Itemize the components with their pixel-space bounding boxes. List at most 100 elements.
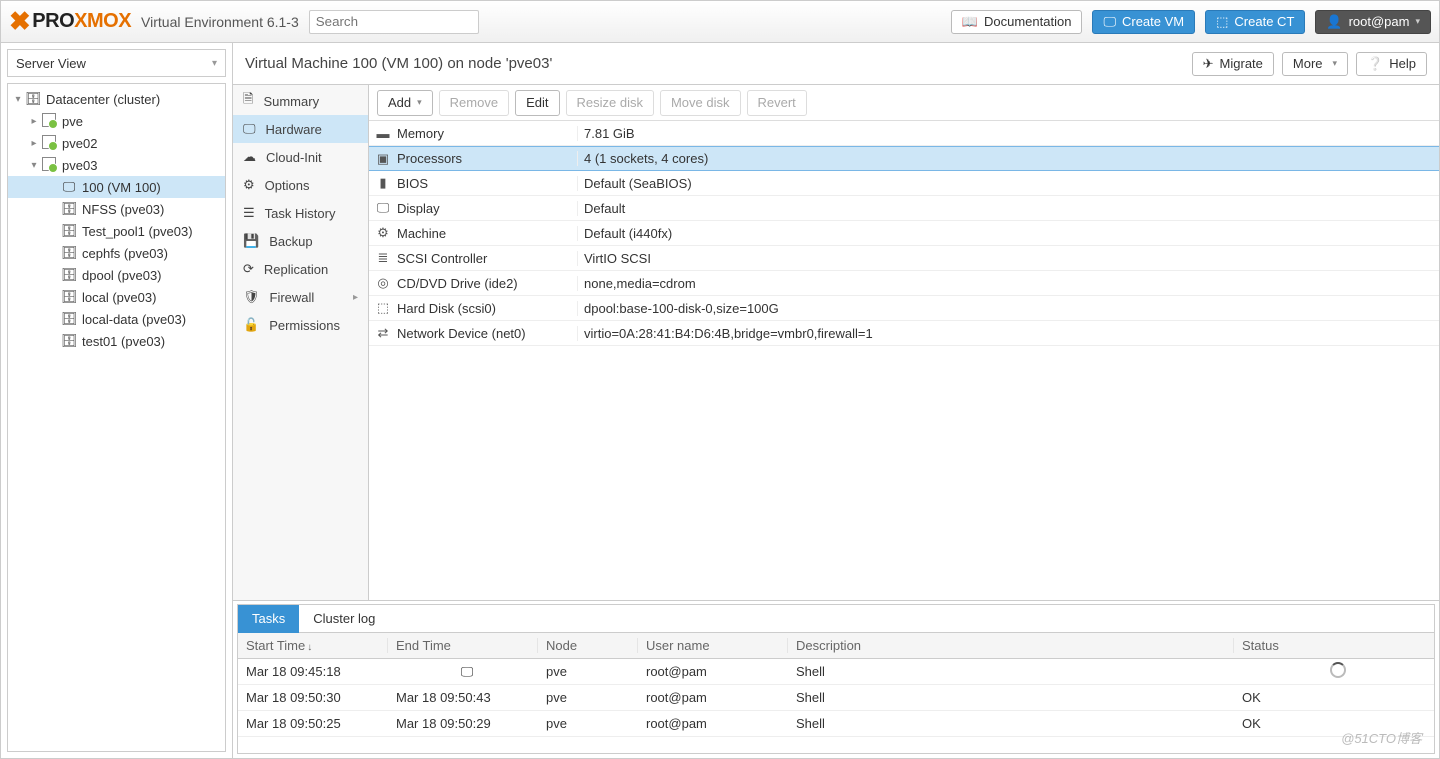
tree-vm-100[interactable]: 🖵 100 (VM 100) — [8, 176, 225, 198]
hardware-panel: Add▾ Remove Edit Resize disk Move disk R… — [369, 85, 1439, 600]
task-log-panel: Tasks Cluster log Start Time↓ End Time N… — [237, 604, 1435, 754]
hw-value: Default (SeaBIOS) — [577, 176, 1439, 191]
sidemenu-replication[interactable]: ⟳Replication — [233, 255, 368, 283]
col-node[interactable]: Node — [538, 638, 638, 653]
storage-icon: 🗄 — [60, 333, 78, 349]
hw-value: 7.81 GiB — [577, 126, 1439, 141]
tab-clusterlog[interactable]: Cluster log — [299, 605, 389, 633]
sidemenu-hardware[interactable]: 🖵Hardware — [233, 115, 368, 143]
collapse-icon[interactable]: ▾ — [28, 160, 40, 171]
hw-key: Hard Disk (scsi0) — [397, 301, 577, 316]
hw-key: SCSI Controller — [397, 251, 577, 266]
tab-tasks[interactable]: Tasks — [238, 605, 299, 633]
hw-icon: ≣ — [369, 250, 397, 266]
top-bar: ✖ PROXMOX Virtual Environment 6.1-3 📖 Do… — [1, 1, 1439, 43]
hardware-row[interactable]: ◎CD/DVD Drive (ide2)none,media=cdrom — [369, 271, 1439, 296]
create-vm-button[interactable]: 🖵 Create VM — [1092, 10, 1195, 34]
view-selector[interactable]: Server View ▾ — [7, 49, 226, 77]
hw-key: Machine — [397, 226, 577, 241]
user-menu-button[interactable]: 👤 root@pam ▾ — [1315, 10, 1431, 34]
col-user[interactable]: User name — [638, 638, 788, 653]
edit-button[interactable]: Edit — [515, 90, 559, 116]
sidemenu-cloudinit[interactable]: ☁Cloud-Init — [233, 143, 368, 171]
sidemenu-options[interactable]: ⚙Options — [233, 171, 368, 199]
hardware-row[interactable]: 🖵DisplayDefault — [369, 196, 1439, 221]
hardware-row[interactable]: ▮BIOSDefault (SeaBIOS) — [369, 171, 1439, 196]
sidemenu-backup[interactable]: 💾Backup — [233, 227, 368, 255]
cloud-icon: ☁ — [243, 149, 256, 165]
log-row[interactable]: Mar 18 09:45:18🖵pveroot@pamShell — [238, 659, 1434, 685]
sort-down-icon: ↓ — [307, 642, 312, 653]
sidemenu-permissions[interactable]: 🔓Permissions — [233, 311, 368, 339]
tree-storage[interactable]: 🗄cephfs (pve03) — [8, 242, 225, 264]
documentation-button[interactable]: 📖 Documentation — [951, 10, 1083, 34]
vm-icon: 🖵 — [60, 179, 78, 195]
hardware-row[interactable]: ⚙MachineDefault (i440fx) — [369, 221, 1439, 246]
tree-storage[interactable]: 🗄dpool (pve03) — [8, 264, 225, 286]
log-row[interactable]: Mar 18 09:50:25Mar 18 09:50:29pveroot@pa… — [238, 711, 1434, 737]
tree-node-pve02[interactable]: ▸ pve02 — [8, 132, 225, 154]
log-row[interactable]: Mar 18 09:50:30Mar 18 09:50:43pveroot@pa… — [238, 685, 1434, 711]
vm-title: Virtual Machine 100 (VM 100) on node 'pv… — [245, 55, 552, 72]
hw-value: Default (i440fx) — [577, 226, 1439, 241]
resize-disk-button[interactable]: Resize disk — [566, 90, 654, 116]
tree-storage[interactable]: 🗄local (pve03) — [8, 286, 225, 308]
node-icon — [42, 135, 56, 149]
chevron-right-icon: ▸ — [353, 292, 358, 303]
node-icon — [42, 157, 56, 171]
resource-tree[interactable]: ▾ 🗄 Datacenter (cluster) ▸ pve ▸ pve02 ▾ — [7, 83, 226, 752]
tree-node-pve[interactable]: ▸ pve — [8, 110, 225, 132]
tree-storage[interactable]: 🗄local-data (pve03) — [8, 308, 225, 330]
hardware-row[interactable]: ≣SCSI ControllerVirtIO SCSI — [369, 246, 1439, 271]
shield-icon: 🛡 — [243, 289, 260, 305]
col-end-time[interactable]: End Time — [388, 638, 538, 653]
remove-button[interactable]: Remove — [439, 90, 509, 116]
help-button[interactable]: ❔Help — [1356, 52, 1427, 76]
sidemenu-taskhistory[interactable]: ☰Task History — [233, 199, 368, 227]
tree-storage[interactable]: 🗄NFSS (pve03) — [8, 198, 225, 220]
side-menu: 🗎Summary 🖵Hardware ☁Cloud-Init ⚙Options … — [233, 85, 369, 600]
version-label: Virtual Environment 6.1-3 — [141, 14, 299, 30]
col-description[interactable]: Description — [788, 638, 1234, 653]
storage-icon: 🗄 — [60, 223, 78, 239]
expand-icon[interactable]: ▸ — [28, 138, 40, 149]
hardware-row[interactable]: ▬Memory7.81 GiB — [369, 121, 1439, 146]
log-header: Start Time↓ End Time Node User name Desc… — [238, 633, 1434, 659]
add-button[interactable]: Add▾ — [377, 90, 433, 116]
hw-key: Memory — [397, 126, 577, 141]
hardware-row[interactable]: ▣Processors4 (1 sockets, 4 cores) — [369, 146, 1439, 171]
tree-storage[interactable]: 🗄Test_pool1 (pve03) — [8, 220, 225, 242]
hardware-row[interactable]: ⬚Hard Disk (scsi0)dpool:base-100-disk-0,… — [369, 296, 1439, 321]
create-ct-button[interactable]: ⬚ Create CT — [1205, 10, 1305, 34]
chevron-down-icon: ▾ — [417, 97, 422, 108]
sidemenu-firewall[interactable]: 🛡Firewall▸ — [233, 283, 368, 311]
chevron-down-icon: ▾ — [1415, 16, 1420, 27]
watermark: @51CTO博客 — [1341, 728, 1422, 747]
hw-value: dpool:base-100-disk-0,size=100G — [577, 301, 1439, 316]
move-disk-button[interactable]: Move disk — [660, 90, 741, 116]
hw-key: Display — [397, 201, 577, 216]
storage-icon: 🗄 — [60, 245, 78, 261]
hw-key: Network Device (net0) — [397, 326, 577, 341]
more-button[interactable]: More▾ — [1282, 52, 1348, 76]
hardware-toolbar: Add▾ Remove Edit Resize disk Move disk R… — [369, 85, 1439, 121]
storage-icon: 🗄 — [60, 201, 78, 217]
col-start-time[interactable]: Start Time↓ — [238, 638, 388, 653]
hw-value: none,media=cdrom — [577, 276, 1439, 291]
revert-button[interactable]: Revert — [747, 90, 807, 116]
col-status[interactable]: Status — [1234, 638, 1434, 653]
hw-value: virtio=0A:28:41:B4:D6:4B,bridge=vmbr0,fi… — [577, 326, 1439, 341]
migrate-button[interactable]: ✈Migrate — [1192, 52, 1274, 76]
tree-node-pve03[interactable]: ▾ pve03 — [8, 154, 225, 176]
hw-icon: ⇄ — [369, 325, 397, 341]
collapse-icon[interactable]: ▾ — [12, 94, 24, 105]
sidemenu-summary[interactable]: 🗎Summary — [233, 87, 368, 115]
expand-icon[interactable]: ▸ — [28, 116, 40, 127]
hw-key: Processors — [397, 151, 577, 166]
logo-text-pro: PRO — [32, 10, 74, 33]
hw-icon: ⬚ — [369, 300, 397, 316]
tree-datacenter[interactable]: ▾ 🗄 Datacenter (cluster) — [8, 88, 225, 110]
tree-storage[interactable]: 🗄test01 (pve03) — [8, 330, 225, 352]
search-input[interactable] — [309, 10, 479, 34]
hardware-row[interactable]: ⇄Network Device (net0)virtio=0A:28:41:B4… — [369, 321, 1439, 346]
